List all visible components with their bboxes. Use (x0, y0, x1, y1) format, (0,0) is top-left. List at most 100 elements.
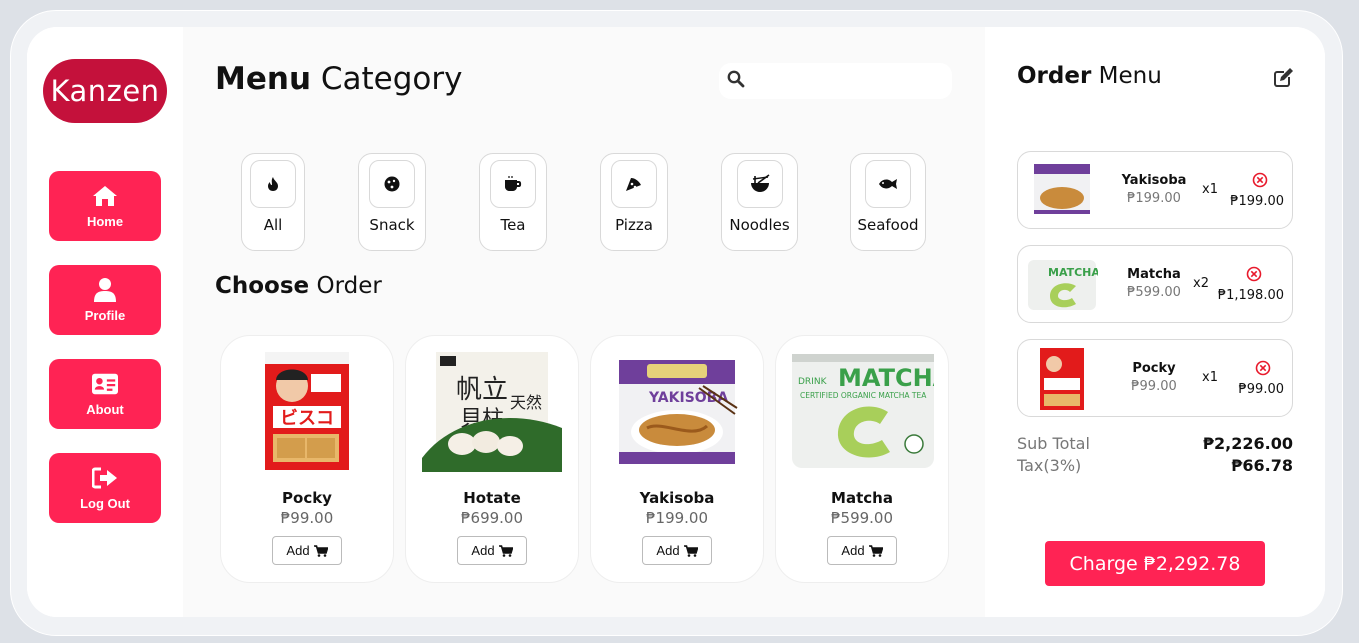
product-name: Matcha (831, 489, 893, 507)
category-label: Tea (500, 216, 526, 234)
product-price: ₱599.00 (830, 509, 894, 527)
add-to-cart-button[interactable]: Add (642, 536, 712, 565)
user-icon (92, 277, 118, 302)
order-item-image (1026, 160, 1098, 222)
order-item-total: ₱99.00 (1238, 382, 1285, 397)
order-item-matcha: MATCHA Matcha ₱599.00 x2 ₱1,198.00 (1017, 245, 1293, 323)
svg-text:YAKISOBA: YAKISOBA (648, 390, 728, 406)
category-label: Snack (369, 216, 415, 234)
product-image-hotate: 帆立 貝柱 天然 (422, 348, 564, 472)
sidebar-item-about[interactable]: About (49, 359, 161, 429)
sign-out-icon (92, 466, 118, 490)
order-title: Order Menu (1017, 63, 1162, 89)
svg-text:CERTIFIED ORGANIC MATCHA TEA: CERTIFIED ORGANIC MATCHA TEA (800, 391, 927, 400)
home-icon (92, 184, 118, 208)
svg-text:MATCHA: MATCHA (838, 364, 934, 392)
cookie-icon (369, 160, 415, 208)
order-item-total: ₱199.00 (1230, 194, 1284, 209)
add-to-cart-button[interactable]: Add (827, 536, 897, 565)
sidebar: Kanzen Home Profile About Log Out (27, 27, 183, 617)
order-item-name: Matcha (1127, 267, 1181, 282)
fish-icon (865, 160, 911, 208)
sidebar-item-profile[interactable]: Profile (49, 265, 161, 335)
product-name: Yakisoba (639, 489, 715, 507)
search-input[interactable] (751, 66, 952, 96)
menu-area: Menu Category All Snack Tea Pizza Noodle… (183, 27, 985, 617)
product-image-yakisoba: YAKISOBA (607, 348, 749, 472)
product-card-hotate: 帆立 貝柱 天然 Hotate ₱699.00 Add (405, 335, 579, 583)
svg-text:帆立: 帆立 (456, 375, 508, 405)
product-price: ₱99.00 (280, 509, 334, 527)
order-item-total: ₱1,198.00 (1217, 288, 1284, 303)
order-item-image: MATCHA (1026, 254, 1100, 316)
sidebar-item-label: Log Out (80, 495, 130, 511)
edit-icon[interactable] (1273, 66, 1295, 88)
product-card-matcha: MATCHA DRINK CERTIFIED ORGANIC MATCHA TE… (775, 335, 952, 583)
noodle-bowl-icon (736, 160, 783, 208)
remove-icon[interactable] (1252, 172, 1268, 188)
order-item-price: ₱599.00 (1127, 285, 1181, 300)
order-item-qty: x2 (1193, 276, 1209, 291)
sidebar-item-label: About (86, 401, 124, 417)
remove-icon[interactable] (1255, 360, 1271, 376)
sidebar-item-home[interactable]: Home (49, 171, 161, 241)
order-item-image (1026, 348, 1098, 410)
sidebar-item-label: Home (86, 213, 124, 229)
order-item-qty: x1 (1202, 182, 1218, 197)
category-snack[interactable]: Snack (358, 153, 426, 251)
add-to-cart-button[interactable]: Add (457, 536, 527, 565)
mug-icon (490, 160, 536, 208)
order-item-name: Pocky (1132, 361, 1176, 376)
search-icon (727, 70, 745, 92)
svg-text:MATCHA: MATCHA (1048, 266, 1098, 279)
pos-app: Kanzen Home Profile About Log Out Menu C… (27, 27, 1325, 617)
category-pizza[interactable]: Pizza (600, 153, 668, 251)
subtotal-value: ₱2,226.00 (1202, 434, 1293, 453)
order-item-yakisoba: Yakisoba ₱199.00 x1 ₱199.00 (1017, 151, 1293, 229)
order-item-name: Yakisoba (1121, 173, 1187, 188)
category-all[interactable]: All (241, 153, 305, 251)
order-item-price: ₱199.00 (1127, 191, 1181, 206)
section-title: Choose Order (215, 273, 382, 299)
svg-text:DRINK: DRINK (798, 377, 828, 387)
category-noodles[interactable]: Noodles (721, 153, 798, 251)
order-item-price: ₱99.00 (1131, 379, 1177, 394)
svg-text:ビスコ: ビスコ (280, 408, 334, 429)
add-to-cart-button[interactable]: Add (272, 536, 342, 565)
order-panel: Order Menu Yakisoba ₱199.00 x1 ₱199.00 M… (985, 27, 1325, 617)
product-price: ₱199.00 (645, 509, 709, 527)
product-card-yakisoba: YAKISOBA Yakisoba ₱199.00 Add (590, 335, 764, 583)
product-price: ₱699.00 (460, 509, 524, 527)
sidebar-item-label: Profile (84, 307, 126, 323)
svg-text:天然: 天然 (510, 393, 542, 412)
tax-value: ₱66.78 (1231, 456, 1293, 475)
category-label: Noodles (729, 216, 790, 234)
cart-icon (313, 544, 328, 557)
brand-logo: Kanzen (43, 59, 167, 123)
category-label: Pizza (615, 216, 653, 234)
subtotal-label: Sub Total (1017, 434, 1090, 453)
cart-icon (868, 544, 883, 557)
pizza-slice-icon (611, 160, 657, 208)
cart-icon (683, 544, 698, 557)
category-tea[interactable]: Tea (479, 153, 547, 251)
id-card-icon (92, 372, 118, 396)
search-bar (719, 63, 952, 99)
product-name: Pocky (282, 489, 332, 507)
tax-label: Tax(3%) (1017, 456, 1082, 475)
product-card-pocky: ビスコ Pocky ₱99.00 Add (220, 335, 394, 583)
charge-button[interactable]: Charge ₱2,292.78 (1045, 541, 1265, 586)
sidebar-item-logout[interactable]: Log Out (49, 453, 161, 523)
category-seafood[interactable]: Seafood (850, 153, 926, 251)
category-label: All (263, 216, 283, 234)
product-image-pocky: ビスコ (237, 348, 379, 472)
fire-icon (250, 160, 296, 208)
remove-icon[interactable] (1246, 266, 1262, 282)
cart-icon (498, 544, 513, 557)
product-name: Hotate (463, 489, 521, 507)
order-item-pocky: Pocky ₱99.00 x1 ₱99.00 (1017, 339, 1293, 417)
order-item-qty: x1 (1202, 370, 1218, 385)
page-title: Menu Category (215, 61, 463, 97)
product-image-matcha: MATCHA DRINK CERTIFIED ORGANIC MATCHA TE… (792, 348, 952, 472)
category-label: Seafood (857, 216, 919, 234)
